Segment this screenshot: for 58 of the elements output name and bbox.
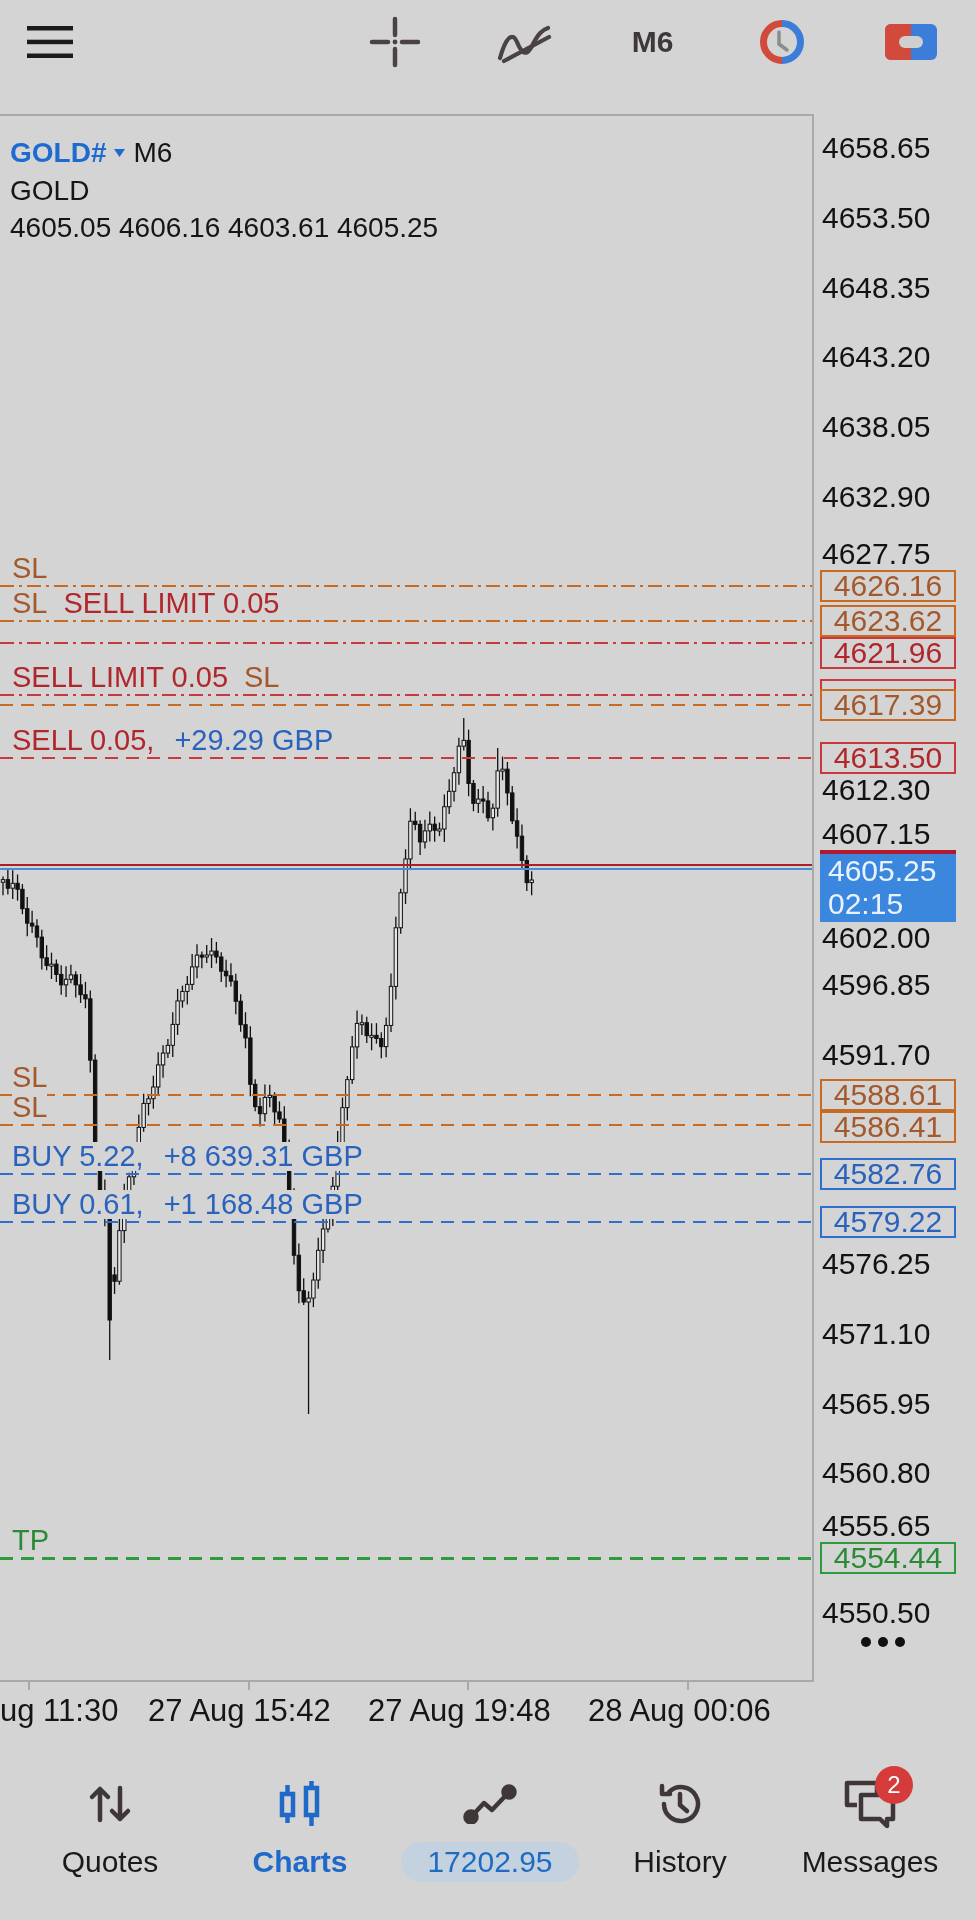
axis-price-label: 4555.65 <box>822 1510 931 1541</box>
axis-price-label: 4565.95 <box>822 1388 931 1419</box>
bid-price: 4605.25 <box>828 854 938 888</box>
axis-price-label: 4602.00 <box>822 923 931 954</box>
axis-price-label: 4576.25 <box>822 1249 931 1280</box>
ohlc-values: 4605.05 4606.16 4603.61 4605.25 <box>10 211 439 245</box>
price-tag: 4586.41 <box>820 1110 956 1143</box>
price-tag: 4626.16 <box>820 570 956 603</box>
axis-price-label: 4612.30 <box>822 774 931 805</box>
axis-price-label: 4560.80 <box>822 1458 931 1489</box>
axis-price-label: 4653.50 <box>822 202 931 233</box>
line-chart-icon <box>463 1784 517 1824</box>
axis-time-label: 27 Aug 15:42 <box>148 1693 332 1729</box>
axis-price-label: 4648.35 <box>822 272 931 303</box>
more-icon[interactable] <box>860 1636 906 1648</box>
price-tag: 4621.96 <box>820 636 956 669</box>
nav-tab[interactable]: 2 Messages <box>775 1760 965 1882</box>
unread-badge: 2 <box>875 1766 913 1804</box>
axis-price-label: 4571.10 <box>822 1318 931 1349</box>
timeframe-label: M6 <box>133 136 173 170</box>
axis-price-label: 4627.75 <box>822 539 931 570</box>
price-tag: 4623.62 <box>820 604 956 637</box>
price-tag: 4613.50 <box>820 741 956 774</box>
menu-icon[interactable] <box>27 26 73 58</box>
bar-timer: 02:15 <box>828 887 905 921</box>
price-tag: 4617.39 <box>820 688 956 721</box>
axis-time-label: 28 Aug 00:06 <box>588 1693 772 1729</box>
symbol-description: GOLD <box>10 173 90 208</box>
axis-price-label: 4632.90 <box>822 481 931 512</box>
axis-price-label: 4658.65 <box>822 133 931 163</box>
profit-label: +8 639.31 GBP <box>163 1142 363 1171</box>
crosshair-icon[interactable] <box>368 16 421 68</box>
axis-price-label: 4550.50 <box>822 1598 931 1628</box>
price-tag: 4582.76 <box>820 1158 956 1190</box>
candles-icon <box>278 1779 322 1829</box>
profit-label: +1 168.48 GBP <box>163 1189 363 1219</box>
axis-price-label: 4596.85 <box>822 970 931 1001</box>
order-label: BUY 0.61, <box>12 1189 144 1219</box>
price-tag: 4588.61 <box>820 1078 956 1111</box>
arrows-icon <box>88 1784 132 1824</box>
nav-tab[interactable]: Quotes <box>15 1760 205 1882</box>
clock-icon[interactable] <box>757 18 806 66</box>
timeframe-button[interactable]: M6 <box>631 25 674 59</box>
nav-tab[interactable]: Charts <box>205 1760 395 1882</box>
caret-icon[interactable] <box>114 148 126 157</box>
price-tag: 4579.22 <box>820 1205 956 1238</box>
nav-tab[interactable]: History <box>585 1760 775 1882</box>
axis-price-label: 4607.15 <box>822 819 931 850</box>
price-tag: 4554.44 <box>820 1541 956 1574</box>
axis-price-label: 4591.70 <box>822 1039 931 1070</box>
toggle-icon[interactable] <box>884 24 937 60</box>
axis-price-label: 4638.05 <box>822 412 931 443</box>
order-label: BUY 5.22, <box>12 1142 144 1171</box>
axis-time-label: 27 Aug 19:48 <box>368 1693 552 1729</box>
symbol-link[interactable]: GOLD# <box>10 134 107 172</box>
axis-time-label: ug 11:30 <box>0 1693 120 1729</box>
account-balance: 17202.95 <box>401 1842 579 1882</box>
axis-price-label: 4643.20 <box>822 342 931 373</box>
